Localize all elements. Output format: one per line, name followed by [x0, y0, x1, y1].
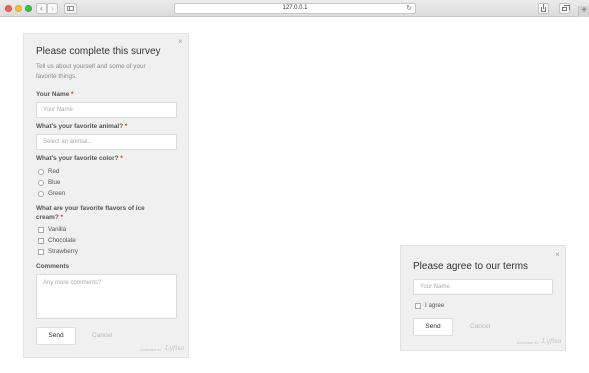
required-marker: *: [120, 155, 123, 162]
send-button[interactable]: Send: [36, 327, 76, 345]
minimize-window-button[interactable]: [15, 5, 22, 12]
brand-logo: Lyfisa: [165, 344, 185, 352]
flavors-label: What are your favorite flavors of ice cr…: [36, 205, 145, 221]
color-option-label: Blue: [48, 179, 61, 186]
color-radio-green[interactable]: [38, 191, 44, 197]
flavor-option-label: Chocolate: [48, 237, 76, 244]
comments-label: Comments: [36, 263, 70, 270]
survey-title: Please complete this survey: [36, 46, 161, 57]
show-tabs-button[interactable]: [559, 3, 570, 14]
close-icon[interactable]: ×: [555, 251, 560, 259]
required-marker: *: [71, 91, 74, 98]
comments-textarea[interactable]: Any more comments?: [36, 274, 177, 319]
chevron-right-icon: ›: [51, 4, 54, 13]
color-radio-blue[interactable]: [38, 180, 44, 186]
forward-button[interactable]: ›: [47, 3, 58, 14]
plus-icon: +: [581, 5, 587, 16]
comments-placeholder: Any more comments?: [43, 280, 102, 286]
agree-checkbox-label: I agree: [425, 302, 445, 309]
required-marker: *: [124, 123, 128, 130]
flavor-checkbox-vanilla[interactable]: [38, 227, 44, 233]
color-label: What's your favorite color? *: [36, 155, 123, 162]
color-option-label: Red: [48, 168, 60, 175]
animal-label: What's your favorite animal? *: [36, 123, 128, 130]
new-tab-button[interactable]: +: [578, 6, 589, 17]
agree-name-input[interactable]: Your Name: [413, 279, 553, 295]
agree-name-placeholder: Your Name: [420, 284, 450, 290]
close-window-button[interactable]: [5, 5, 12, 12]
survey-form-panel: × Please complete this survey Tell us ab…: [23, 33, 189, 358]
animal-select[interactable]: Select an animal...: [36, 134, 177, 150]
agree-cancel-button[interactable]: Cancel: [470, 323, 490, 330]
terms-agree-panel: × Please agree to our terms Your Name I …: [400, 245, 566, 351]
powered-by-text: POWERED BY: [517, 341, 539, 345]
flavor-checkbox-chocolate[interactable]: [38, 238, 44, 244]
color-option-label: Green: [48, 190, 66, 197]
browser-toolbar: ‹ › 127.0.0.1 ↻ +: [0, 0, 589, 17]
color-radio-red[interactable]: [38, 169, 44, 175]
sidebar-toggle-button[interactable]: [64, 3, 77, 14]
survey-subtitle: Tell us about yourself and some of your …: [36, 63, 146, 80]
sidebar-icon: [67, 6, 74, 11]
address-bar[interactable]: 127.0.0.1 ↻: [174, 3, 416, 14]
tabs-icon: [562, 5, 570, 11]
reload-icon[interactable]: ↻: [406, 4, 412, 13]
agree-title: Please agree to our terms: [413, 261, 529, 272]
name-label: Your Name *: [36, 91, 74, 98]
url-text: 127.0.0.1: [282, 5, 308, 11]
flavor-checkbox-strawberry[interactable]: [38, 249, 44, 255]
share-icon: [541, 4, 546, 12]
powered-by-text: POWERED BY: [140, 348, 162, 352]
brand-logo: Lyfisa: [542, 337, 562, 345]
flavor-option-label: Vanilla: [48, 226, 67, 233]
flavor-option-label: Strawberry: [48, 248, 78, 255]
cancel-button[interactable]: Cancel: [92, 332, 112, 339]
share-button[interactable]: [538, 3, 549, 14]
back-button[interactable]: ‹: [36, 3, 47, 14]
chevron-left-icon: ‹: [40, 4, 43, 13]
zoom-window-button[interactable]: [25, 5, 32, 12]
required-marker: *: [60, 213, 64, 221]
close-icon[interactable]: ×: [178, 38, 183, 46]
agree-checkbox[interactable]: [415, 303, 421, 309]
name-input[interactable]: Your Name: [36, 102, 177, 118]
animal-placeholder: Select an animal...: [43, 139, 93, 145]
name-placeholder: Your Name: [43, 107, 73, 113]
agree-send-button[interactable]: Send: [413, 318, 453, 336]
